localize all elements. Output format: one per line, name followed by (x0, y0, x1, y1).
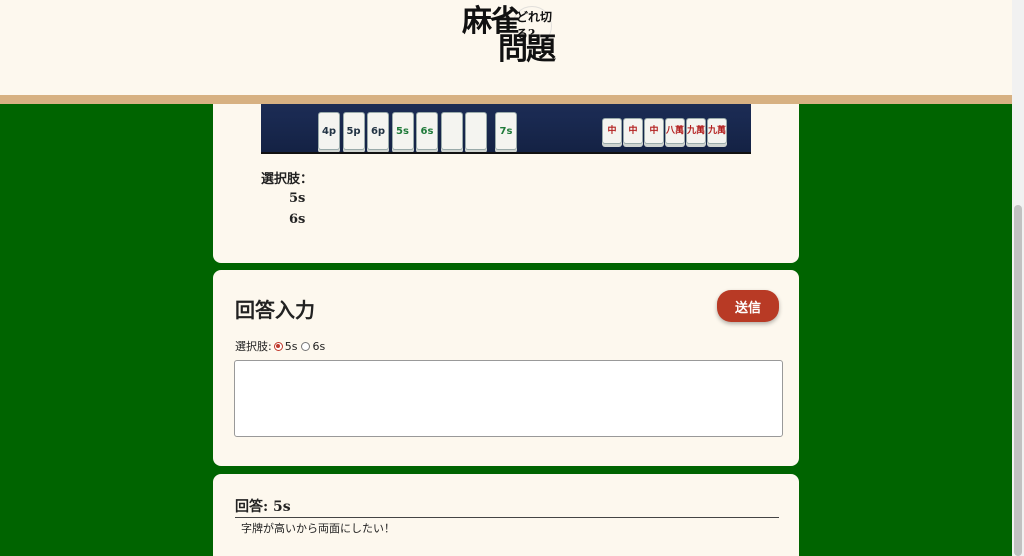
page-scrollbar[interactable] (1012, 0, 1024, 556)
choice-item: 6s (289, 212, 306, 227)
scrollbar-thumb[interactable] (1014, 205, 1022, 556)
site-header: 麻雀 問題 どれ切る? (0, 0, 1012, 104)
choice-item: 5s (289, 191, 306, 206)
submit-button[interactable]: 送信 (717, 290, 779, 322)
answer-input-card: 回答入力 送信 選択肢: 5s 6s (213, 270, 799, 466)
mahjong-tile: 九萬 (686, 118, 706, 144)
mahjong-tile: 5p (342, 112, 365, 150)
site-logo[interactable]: 麻雀 問題 どれ切る? (462, 6, 566, 68)
mahjong-tile: 九萬 (707, 118, 727, 144)
mahjong-tile: 7s (495, 112, 517, 150)
mahjong-tile: 八萬 (665, 118, 685, 144)
radio-option-label[interactable]: 5s (285, 340, 298, 353)
choice-radio-group: 選択肢: 5s 6s (235, 338, 325, 354)
mahjong-tile: 中 (644, 118, 664, 144)
radio-option-6s[interactable] (301, 341, 311, 351)
result-comment: 字牌が高いから両面にしたい！ (241, 522, 395, 535)
choices-label: 選択肢： (261, 172, 314, 187)
mahjong-tile (465, 112, 487, 150)
radio-group-label: 選択肢: (235, 340, 272, 353)
mahjong-tile: 6p (367, 112, 389, 150)
mahjong-tile: 中 (623, 118, 643, 144)
comment-textarea[interactable] (234, 360, 783, 437)
mahjong-tile: 5s (391, 112, 414, 150)
mahjong-tile: 6s (416, 112, 438, 150)
radio-option-5s[interactable] (273, 341, 283, 351)
mahjong-tile (440, 112, 463, 150)
result-title: 回答: 5s (235, 499, 291, 515)
answer-result-card: 回答: 5s 字牌が高いから両面にしたい！ (213, 474, 799, 556)
logo-subtitle: どれ切る? (516, 10, 553, 41)
answer-input-title: 回答入力 (235, 298, 315, 322)
mahjong-tile: 中 (602, 118, 622, 144)
mahjong-tile: 4p (318, 112, 340, 150)
radio-option-label[interactable]: 6s (312, 340, 325, 353)
result-divider (235, 517, 779, 518)
